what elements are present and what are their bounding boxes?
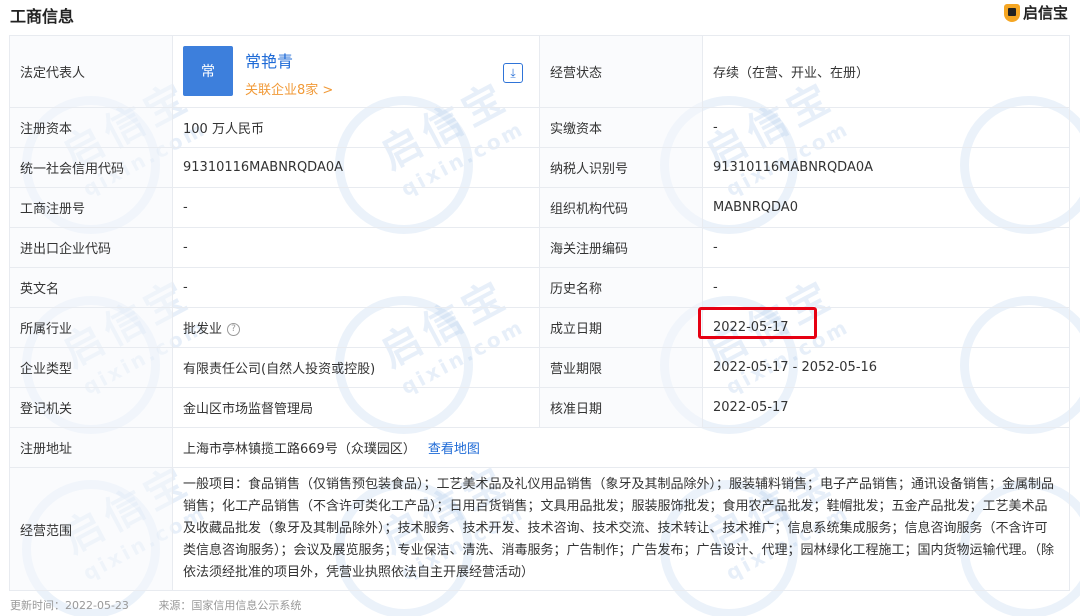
label-credit-code: 统一社会信用代码 <box>9 147 173 188</box>
view-map-link[interactable]: 查看地图 <box>428 442 480 457</box>
brand-logo[interactable]: 启信宝 <box>1003 2 1068 23</box>
value-scope: 一般项目：食品销售（仅销售预包装食品）；工艺美术品及礼仪用品销售（象牙及其制品除… <box>172 467 1070 591</box>
table-row: 法定代表人 常 常艳青 关联企业8家 > ⤓ 经营状态 存续（在营、开业、在册） <box>9 35 1070 108</box>
value-english-name: - <box>172 267 540 308</box>
value-org-code: MABNRQDA0 <box>702 187 1070 228</box>
table-row: 英文名 - 历史名称 - <box>9 267 1070 308</box>
download-button[interactable]: ⤓ <box>503 63 523 83</box>
label-approved: 核准日期 <box>539 387 703 428</box>
label-founded: 成立日期 <box>539 307 703 348</box>
label-industry: 所属行业 <box>9 307 173 348</box>
value-customs-code: - <box>702 227 1070 268</box>
legal-rep-name-link[interactable]: 常艳青 <box>245 48 293 72</box>
label-reg-capital: 注册资本 <box>9 107 173 148</box>
value-industry: 批发业 <box>183 322 223 337</box>
value-address: 上海市亭林镇揽工路669号（众璞园区） <box>183 442 416 457</box>
label-taxpayer-id: 纳税人识别号 <box>539 147 703 188</box>
table-row: 企业类型 有限责任公司(自然人投资或控股) 营业期限 2022-05-17 - … <box>9 347 1070 388</box>
value-company-type: 有限责任公司(自然人投资或控股) <box>172 347 540 388</box>
label-former-name: 历史名称 <box>539 267 703 308</box>
label-biz-term: 营业期限 <box>539 347 703 388</box>
section-title: 工商信息 <box>10 7 75 26</box>
value-paid-capital: - <box>702 107 1070 148</box>
value-reg-authority: 金山区市场监督管理局 <box>172 387 540 428</box>
value-biz-status: 存续（在营、开业、在册） <box>702 35 1070 108</box>
label-paid-capital: 实缴资本 <box>539 107 703 148</box>
label-org-code: 组织机构代码 <box>539 187 703 228</box>
brand-name: 启信宝 <box>1022 4 1068 22</box>
highlight-annotation-box <box>698 307 817 339</box>
table-row: 经营范围 一般项目：食品销售（仅销售预包装食品）；工艺美术品及礼仪用品销售（象牙… <box>9 467 1070 591</box>
label-biz-status: 经营状态 <box>539 35 703 108</box>
value-credit-code: 91310116MABNRQDA0A <box>172 147 540 188</box>
label-english-name: 英文名 <box>9 267 173 308</box>
shield-logo-icon <box>1003 3 1020 22</box>
address-cell: 上海市亭林镇揽工路669号（众璞园区） 查看地图 <box>172 427 1070 468</box>
label-reg-authority: 登记机关 <box>9 387 173 428</box>
label-reg-no: 工商注册号 <box>9 187 173 228</box>
label-scope: 经营范围 <box>9 467 173 591</box>
value-import-export: - <box>172 227 540 268</box>
value-reg-capital: 100 万人民币 <box>172 107 540 148</box>
related-companies-link[interactable]: 关联企业8家 > <box>245 79 333 98</box>
table-row: 登记机关 金山区市场监督管理局 核准日期 2022-05-17 <box>9 387 1070 428</box>
table-row: 注册地址 上海市亭林镇揽工路669号（众璞园区） 查看地图 <box>9 427 1070 468</box>
data-source: 来源：国家信用信息公示系统 <box>158 599 302 612</box>
label-company-type: 企业类型 <box>9 347 173 388</box>
footer: 更新时间：2022-05-23 来源：国家信用信息公示系统 <box>10 597 327 613</box>
legal-rep-cell: 常 常艳青 关联企业8家 > ⤓ <box>172 35 540 108</box>
industry-cell: 批发业? <box>172 307 540 348</box>
label-customs-code: 海关注册编码 <box>539 227 703 268</box>
updated-time: 更新时间：2022-05-23 <box>10 599 129 612</box>
table-row: 进出口企业代码 - 海关注册编码 - <box>9 227 1070 268</box>
download-icon: ⤓ <box>510 66 516 80</box>
table-row: 注册资本 100 万人民币 实缴资本 - <box>9 107 1070 148</box>
value-approved: 2022-05-17 <box>702 387 1070 428</box>
help-circle-icon[interactable]: ? <box>227 323 241 336</box>
table-row: 统一社会信用代码 91310116MABNRQDA0A 纳税人识别号 91310… <box>9 147 1070 188</box>
value-reg-no: - <box>172 187 540 228</box>
value-taxpayer-id: 91310116MABNRQDA0A <box>702 147 1070 188</box>
avatar[interactable]: 常 <box>183 46 233 96</box>
business-info-table: 法定代表人 常 常艳青 关联企业8家 > ⤓ 经营状态 存续（在营、开业、在册）… <box>9 35 1070 591</box>
table-row: 工商注册号 - 组织机构代码 MABNRQDA0 <box>9 187 1070 228</box>
label-legal-rep: 法定代表人 <box>9 35 173 108</box>
label-address: 注册地址 <box>9 427 173 468</box>
section-header: 工商信息 启信宝 <box>0 0 1080 34</box>
value-former-name: - <box>702 267 1070 308</box>
value-biz-term: 2022-05-17 - 2052-05-16 <box>702 347 1070 388</box>
label-import-export: 进出口企业代码 <box>9 227 173 268</box>
table-row: 所属行业 批发业? 成立日期 2022-05-17 <box>9 307 1070 348</box>
